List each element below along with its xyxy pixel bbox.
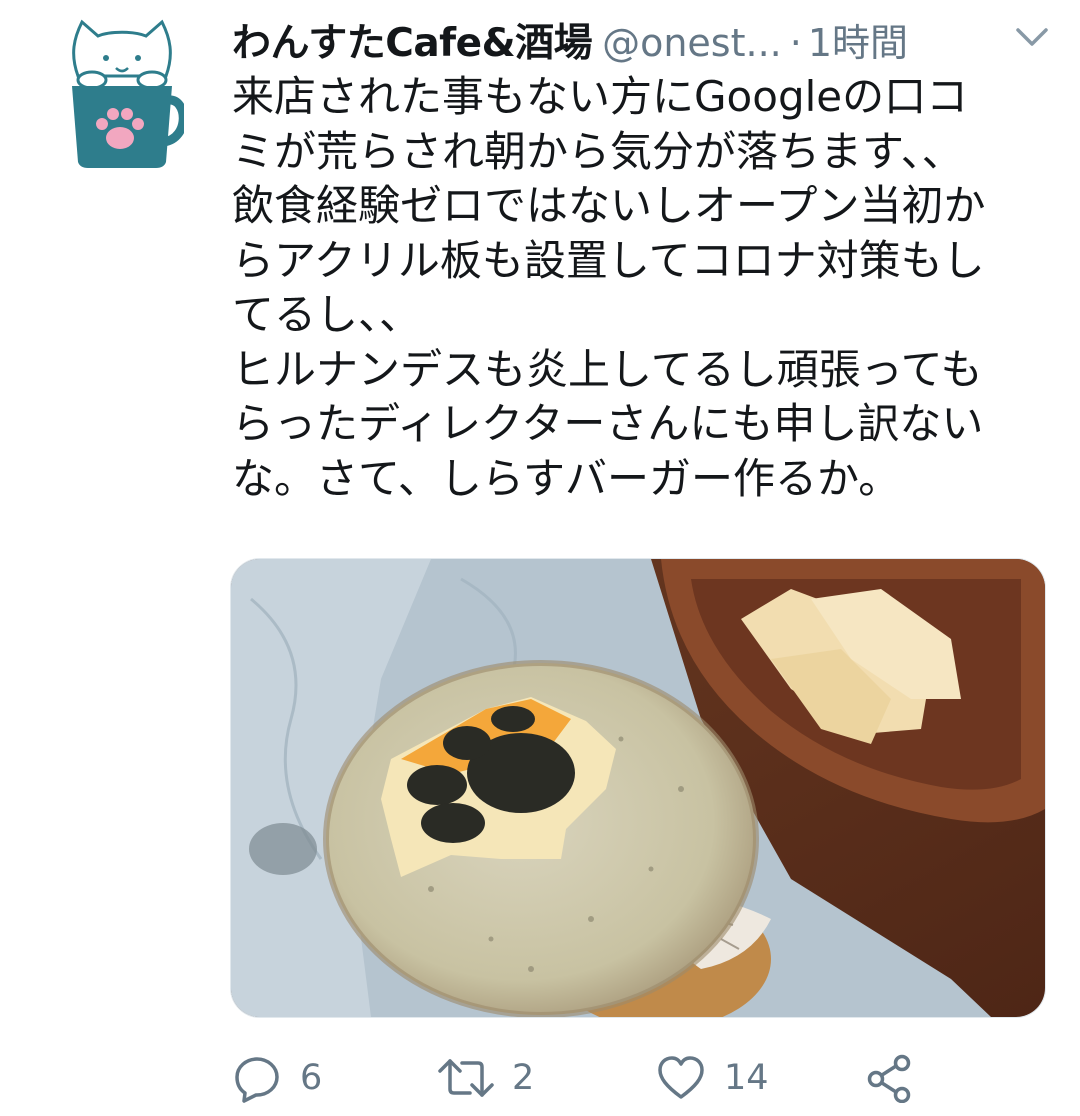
cat-mug-logo-icon <box>72 19 188 168</box>
separator-dot: · <box>789 21 802 65</box>
like-button[interactable]: 14 <box>656 1050 769 1106</box>
tweet-time[interactable]: 1時間 <box>808 21 908 65</box>
author-name[interactable]: わんすたCafe&酒場 <box>232 21 593 66</box>
author-avatar[interactable] <box>60 14 188 172</box>
retweet-button[interactable]: 2 <box>438 1050 534 1106</box>
reply-count: 6 <box>300 1058 323 1098</box>
share-icon <box>867 1054 911 1103</box>
tweet-text: 来店された事もない方にGoogleの口コ ミが荒らされ朝から気分が落ちます、、 … <box>232 72 986 503</box>
share-button[interactable] <box>864 1050 914 1106</box>
tweet-header: わんすたCafe&酒場 @onest... · 1時間 <box>232 12 1052 68</box>
tweet-media-image[interactable] <box>230 558 1046 1018</box>
retweet-count: 2 <box>512 1058 535 1098</box>
tweet-action-bar: 6 2 14 <box>232 1040 1052 1110</box>
retweet-icon <box>438 1059 494 1097</box>
heart-icon <box>658 1056 704 1099</box>
chevron-down-icon[interactable] <box>1012 22 1052 52</box>
author-handle[interactable]: @onest... <box>602 21 782 65</box>
like-count: 14 <box>724 1058 769 1098</box>
reply-button[interactable]: 6 <box>232 1050 322 1106</box>
reply-icon <box>235 1057 279 1103</box>
food-photo <box>231 559 1045 1017</box>
